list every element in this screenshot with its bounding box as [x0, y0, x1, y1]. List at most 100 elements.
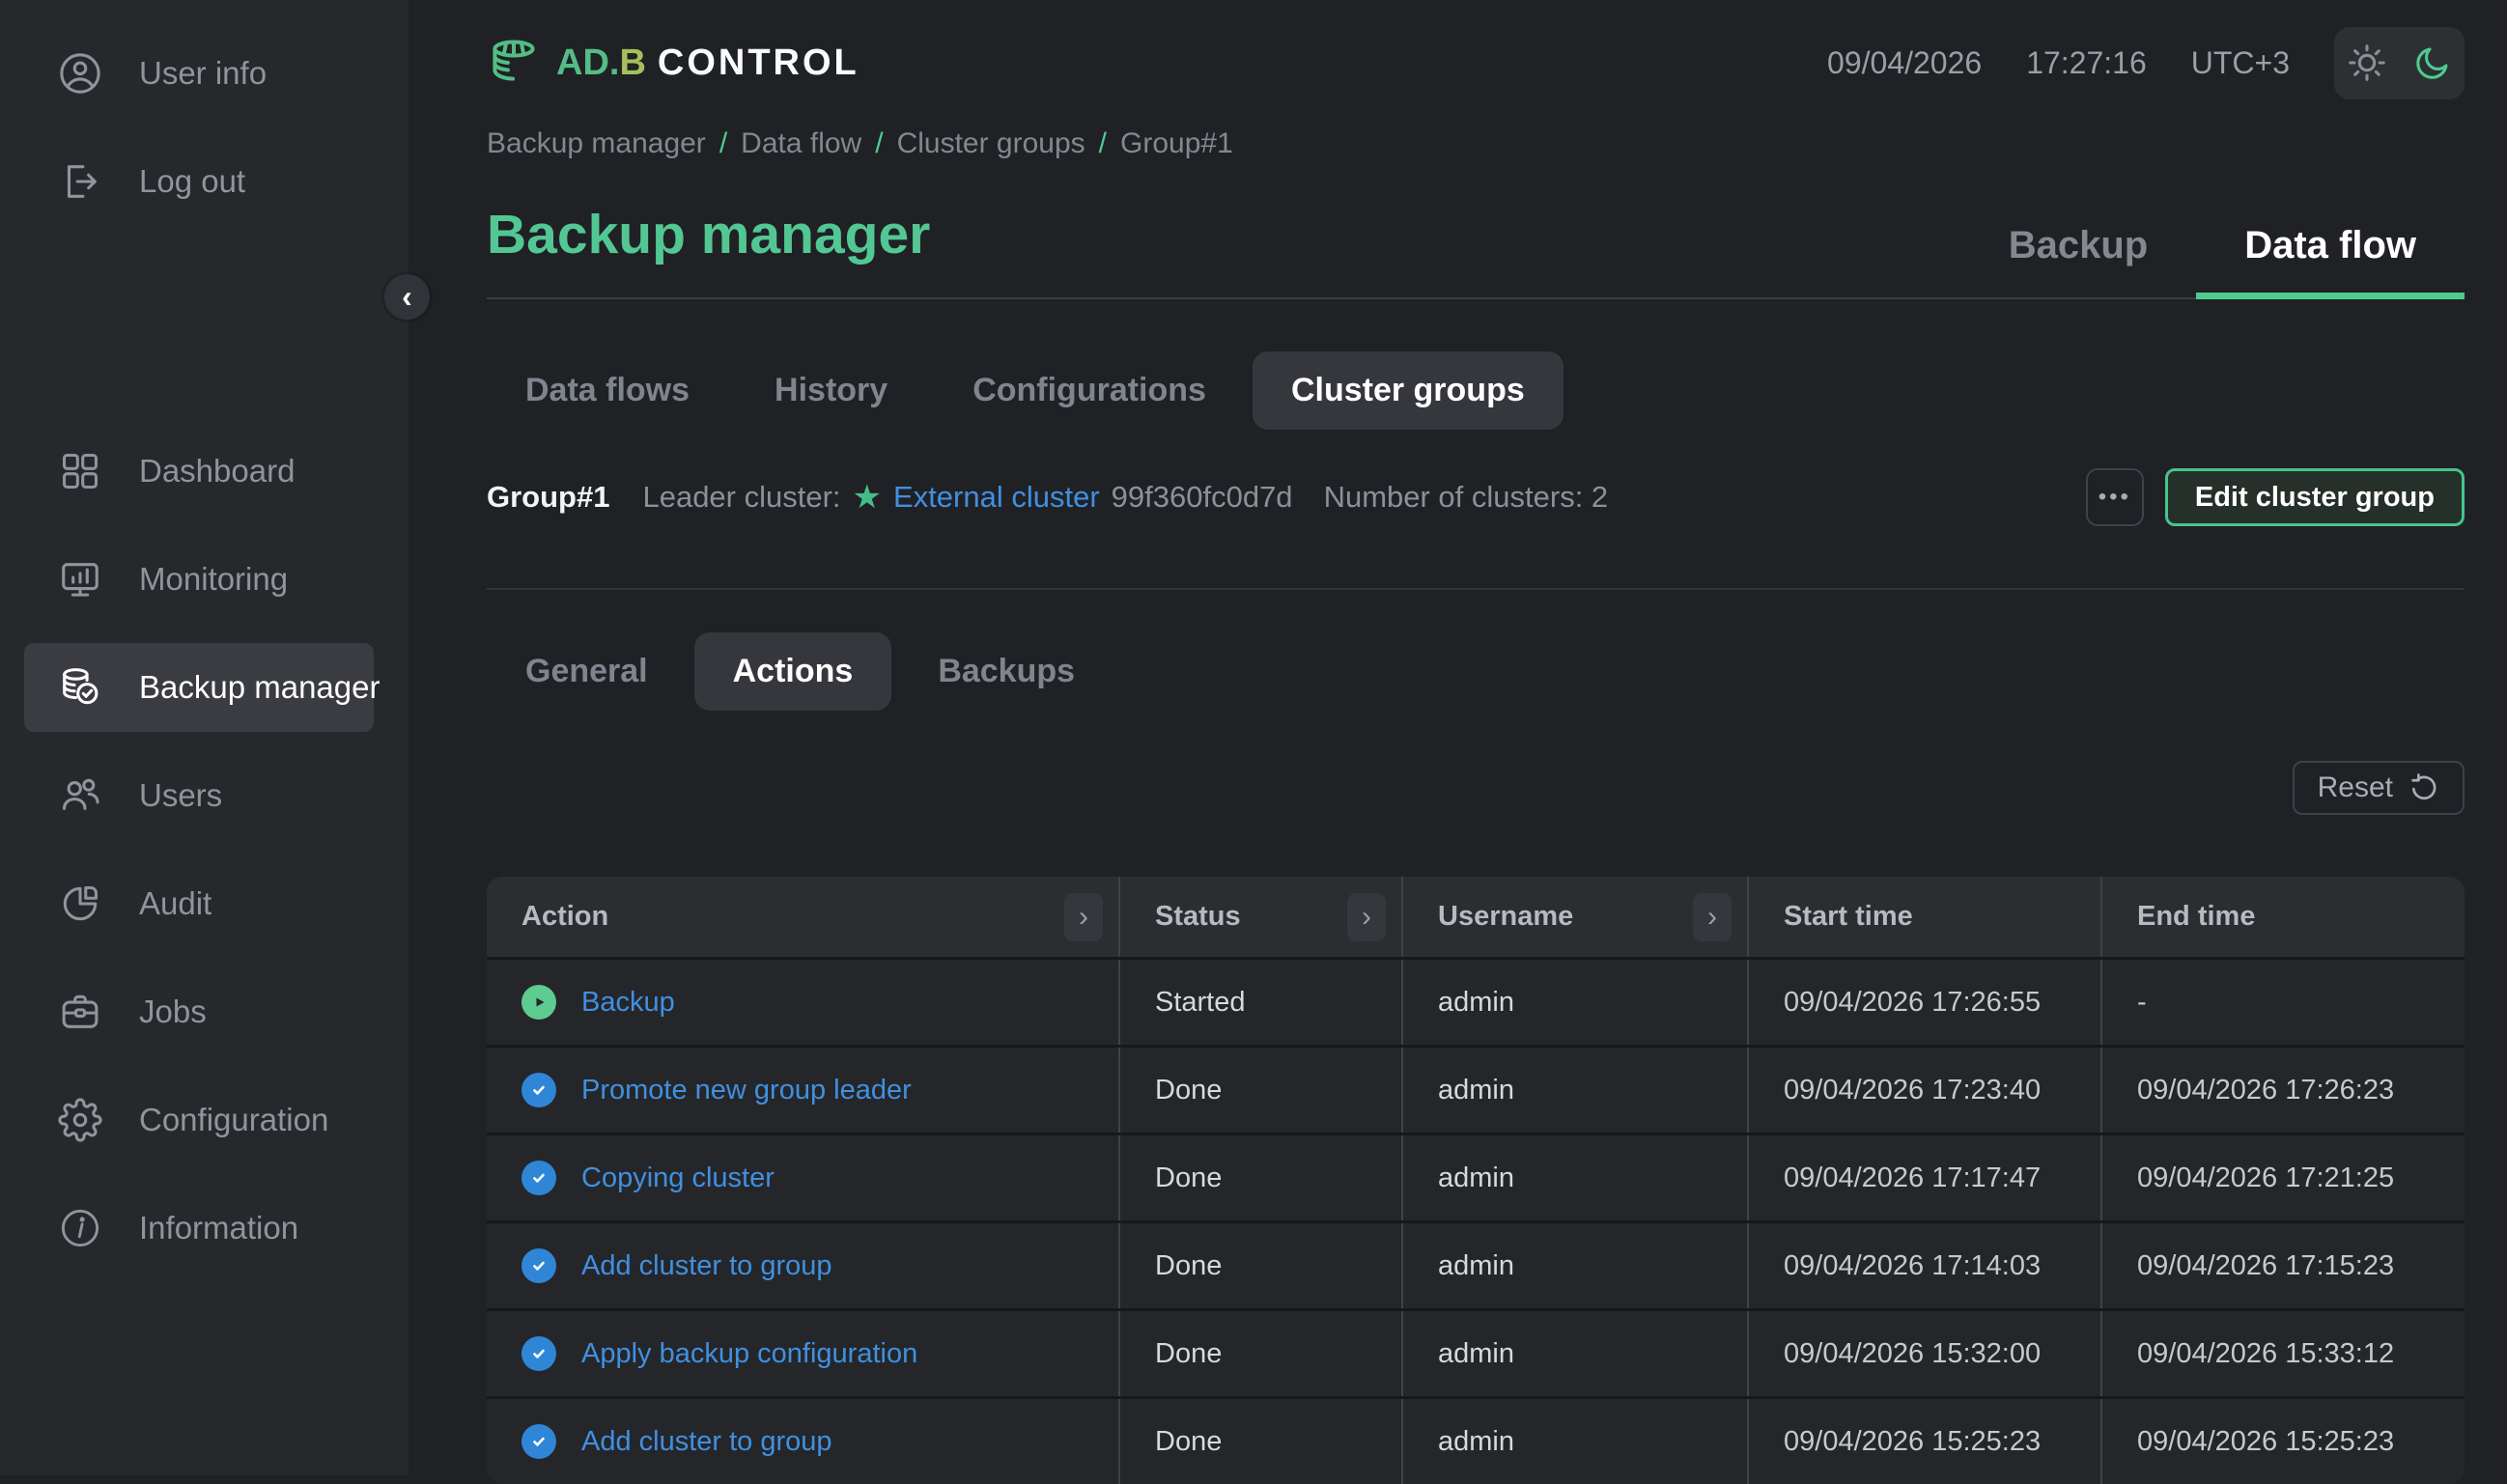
clock-area: 09/04/2026 17:27:16 UTC+3 [1827, 27, 2465, 99]
tab-data-flows[interactable]: Data flows [487, 351, 728, 430]
tab-actions[interactable]: Actions [694, 632, 892, 711]
refresh-icon [2408, 772, 2439, 803]
reset-button[interactable]: Reset [2293, 761, 2465, 815]
current-date: 09/04/2026 [1827, 45, 1982, 81]
table-row: Backup Started admin 09/04/2026 17:26:55… [487, 957, 2465, 1045]
sidebar-item-monitoring[interactable]: Monitoring [24, 535, 374, 624]
action-cell: Add cluster to group [487, 1223, 1118, 1308]
sidebar-spacer [0, 245, 408, 427]
table-toolbar: Reset [487, 761, 2465, 815]
start-time-cell: 09/04/2026 17:26:55 [1747, 960, 2100, 1045]
main-content: AD.BCONTROL 09/04/2026 17:27:16 UTC+3 [408, 0, 2507, 1475]
clusters-count: Number of clusters: 2 [1324, 480, 1609, 515]
star-icon: ★ [853, 481, 882, 514]
sidebar-item-label: Jobs [139, 994, 207, 1030]
tab-cluster-groups[interactable]: Cluster groups [1253, 351, 1563, 430]
action-link[interactable]: Backup [581, 987, 675, 1019]
more-actions-button[interactable]: ••• [2086, 468, 2144, 526]
start-time-cell: 09/04/2026 17:23:40 [1747, 1048, 2100, 1133]
sidebar-item-label: Audit [139, 885, 211, 922]
sidebar-item-users[interactable]: Users [24, 751, 374, 840]
tab-general[interactable]: General [487, 632, 687, 711]
timezone: UTC+3 [2191, 45, 2290, 81]
chevron-left-icon: ‹ [402, 279, 412, 315]
check-circle-icon [521, 1248, 556, 1283]
section-divider [487, 588, 2465, 590]
action-cell: Promote new group leader [487, 1048, 1118, 1133]
check-circle-icon [521, 1424, 556, 1459]
detail-tabs: General Actions Backups [487, 632, 2465, 711]
group-actions: ••• Edit cluster group [2086, 468, 2465, 526]
sidebar: User info Log out Dashboard [0, 0, 408, 1475]
sidebar-item-audit[interactable]: Audit [24, 859, 374, 948]
column-expand-button[interactable]: › [1064, 893, 1103, 941]
end-time-cell: 09/04/2026 15:33:12 [2100, 1311, 2465, 1396]
sidebar-item-jobs[interactable]: Jobs [24, 967, 374, 1056]
action-link[interactable]: Copying cluster [581, 1162, 775, 1194]
chevron-right-icon: › [1707, 901, 1717, 934]
action-cell: Backup [487, 960, 1118, 1045]
sidebar-item-log-out[interactable]: Log out [24, 137, 374, 226]
tab-data-flow[interactable]: Data flow [2196, 224, 2465, 299]
start-time-cell: 09/04/2026 17:14:03 [1747, 1223, 2100, 1308]
breadcrumb-separator: / [719, 127, 727, 160]
action-cell: Apply backup configuration [487, 1311, 1118, 1396]
moon-icon[interactable] [2411, 42, 2454, 84]
check-circle-icon [521, 1073, 556, 1107]
sun-icon[interactable] [2346, 42, 2388, 84]
tab-backup[interactable]: Backup [1960, 224, 2197, 299]
sidebar-item-backup-manager[interactable]: Backup manager [24, 643, 374, 732]
table-header: Action › Status › Username › Start time … [487, 877, 2465, 957]
breadcrumb-item[interactable]: Cluster groups [897, 127, 1085, 160]
table-row: Promote new group leader Done admin 09/0… [487, 1045, 2465, 1133]
status-cell: Done [1118, 1399, 1401, 1484]
sidebar-collapse-button[interactable]: ‹ [384, 274, 430, 320]
breadcrumb-item[interactable]: Data flow [741, 127, 861, 160]
edit-cluster-group-button[interactable]: Edit cluster group [2165, 468, 2465, 526]
leader-cluster-id: 99f360fc0d7d [1112, 480, 1293, 515]
sidebar-item-label: Configuration [139, 1102, 328, 1138]
sidebar-item-user-info[interactable]: User info [24, 29, 374, 118]
action-link[interactable]: Promote new group leader [581, 1075, 912, 1106]
tab-backups[interactable]: Backups [899, 632, 1113, 711]
sidebar-item-label: User info [139, 55, 267, 92]
username-cell: admin [1401, 960, 1747, 1045]
database-logo-icon [487, 36, 541, 90]
username-cell: admin [1401, 1223, 1747, 1308]
username-cell: admin [1401, 1399, 1747, 1484]
dashboard-icon [58, 449, 102, 493]
action-link[interactable]: Add cluster to group [581, 1250, 832, 1282]
start-time-cell: 09/04/2026 15:32:00 [1747, 1311, 2100, 1396]
column-expand-button[interactable]: › [1347, 893, 1386, 941]
action-link[interactable]: Apply backup configuration [581, 1338, 917, 1370]
sidebar-item-label: Information [139, 1210, 298, 1246]
table-row: Add cluster to group Done admin 09/04/20… [487, 1396, 2465, 1484]
jobs-briefcase-icon [58, 990, 102, 1034]
status-cell: Done [1118, 1135, 1401, 1220]
leader-label: Leader cluster: [642, 480, 840, 515]
title-row: Backup manager Backup Data flow [487, 203, 2465, 299]
section-tabs: Data flows History Configurations Cluste… [487, 351, 2465, 430]
theme-toggle [2334, 27, 2465, 99]
breadcrumb-item[interactable]: Group#1 [1120, 127, 1233, 160]
app-title: AD.BCONTROL [556, 42, 859, 84]
gear-icon [58, 1098, 102, 1142]
status-cell: Done [1118, 1311, 1401, 1396]
column-expand-button[interactable]: › [1693, 893, 1732, 941]
top-tabs: Backup Data flow [1960, 224, 2465, 297]
sidebar-item-configuration[interactable]: Configuration [24, 1076, 374, 1164]
table-body: Backup Started admin 09/04/2026 17:26:55… [487, 957, 2465, 1484]
tab-configurations[interactable]: Configurations [934, 351, 1245, 430]
tab-history[interactable]: History [736, 351, 926, 430]
leader-cluster-link[interactable]: External cluster [893, 480, 1100, 515]
sidebar-item-dashboard[interactable]: Dashboard [24, 427, 374, 516]
breadcrumb-separator: / [875, 127, 883, 160]
end-time-cell: 09/04/2026 15:25:23 [2100, 1399, 2465, 1484]
sidebar-item-information[interactable]: Information [24, 1184, 374, 1273]
breadcrumb-item[interactable]: Backup manager [487, 127, 706, 160]
app-logo: AD.BCONTROL [487, 36, 859, 90]
action-link[interactable]: Add cluster to group [581, 1426, 832, 1458]
info-icon [58, 1206, 102, 1250]
monitoring-icon [58, 557, 102, 602]
start-time-cell: 09/04/2026 15:25:23 [1747, 1399, 2100, 1484]
